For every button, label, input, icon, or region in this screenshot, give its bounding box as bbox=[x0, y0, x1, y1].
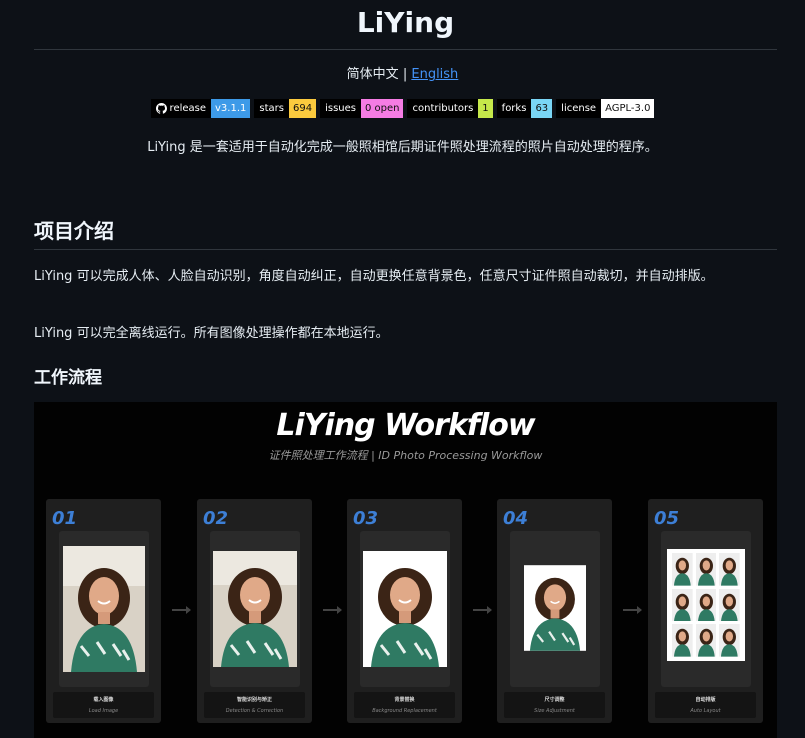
badge-forks[interactable]: forks 63 bbox=[496, 99, 553, 118]
step-label: 背景替换 Background Replacement bbox=[354, 692, 455, 718]
step-label-en: Auto Layout bbox=[690, 708, 721, 714]
badge-label: release bbox=[169, 103, 207, 114]
badge-stars[interactable]: stars 694 bbox=[254, 99, 317, 118]
badge-release[interactable]: release v3.1.1 bbox=[150, 99, 251, 118]
arrow-icon bbox=[172, 606, 191, 614]
step-label: 自动排版 Auto Layout bbox=[655, 692, 756, 718]
page-title: LiYing bbox=[34, 0, 777, 50]
step-label-cn: 尺寸调整 bbox=[544, 697, 565, 703]
readme-page: LiYing 简体中文 | English release v3.1.1 sta… bbox=[0, 0, 805, 738]
step-label-cn: 载入图像 bbox=[93, 697, 114, 703]
workflow-image: LiYing Workflow 证件照处理工作流程 | ID Photo Pro… bbox=[34, 402, 777, 738]
step-number: 04 bbox=[503, 508, 529, 529]
badge-row: release v3.1.1 stars 694 issues 0 open c… bbox=[0, 99, 805, 118]
step-label: 载入图像 Load Image bbox=[53, 692, 154, 718]
badge-license[interactable]: license AGPL-3.0 bbox=[556, 99, 655, 118]
intro-paragraph-2: LiYing 可以完全离线运行。所有图像处理操作都在本地运行。 bbox=[34, 326, 389, 341]
step-label-cn: 智能识别与矫正 bbox=[236, 697, 272, 703]
step-label-en: Load Image bbox=[88, 708, 119, 714]
step-number: 01 bbox=[52, 508, 78, 529]
step-number: 03 bbox=[353, 508, 379, 529]
lang-current: 简体中文 bbox=[346, 67, 399, 82]
intro-paragraph-1: LiYing 可以完成人体、人脸自动识别，角度自动纠正，自动更换任意背景色，任意… bbox=[34, 269, 714, 284]
lang-english-link[interactable]: English bbox=[411, 67, 458, 82]
mini-portrait bbox=[672, 553, 693, 586]
step-label-cn: 自动排版 bbox=[695, 697, 716, 703]
portrait-photo bbox=[63, 546, 145, 672]
mini-portrait bbox=[695, 588, 717, 622]
step-label-en: Detection & Correction bbox=[225, 708, 284, 714]
workflow-step-4: 04 尺寸调整 Size Adjustment bbox=[497, 499, 612, 723]
workflow-step-2: 02 智能识别与矫正 Detection & Correction bbox=[197, 499, 312, 723]
mini-portrait bbox=[672, 588, 693, 622]
intro-text: LiYing 是一套适用于自动化完成一般照相馆后期证件照处理流程的照片自动处理的… bbox=[147, 140, 658, 155]
layout-sheet bbox=[667, 549, 745, 661]
workflow-step-5: 05 自动排版 Auto Layout bbox=[648, 499, 763, 723]
language-switch: 简体中文 | English bbox=[0, 64, 805, 86]
badge-value: 0 open bbox=[360, 99, 404, 118]
step-label-cn: 背景替换 bbox=[394, 697, 415, 703]
lang-separator: | bbox=[402, 67, 408, 82]
workflow-image-subtitle: 证件照处理工作流程 | ID Photo Processing Workflow bbox=[268, 449, 543, 462]
step-label-en: Background Replacement bbox=[372, 708, 437, 714]
github-icon bbox=[155, 103, 167, 114]
mini-portrait bbox=[695, 553, 717, 586]
badge-label: contributors bbox=[407, 99, 479, 118]
mini-portrait bbox=[695, 624, 717, 657]
badge-value: AGPL-3.0 bbox=[601, 99, 655, 118]
badge-value: 63 bbox=[531, 99, 553, 118]
badge-contributors[interactable]: contributors 1 bbox=[407, 99, 493, 118]
workflow-step-1: 01 载入图像 Load Image bbox=[46, 499, 161, 723]
badge-value: v3.1.1 bbox=[211, 99, 251, 118]
badge-label: stars bbox=[254, 99, 289, 118]
badge-value: 1 bbox=[478, 99, 493, 118]
portrait-photo bbox=[213, 551, 297, 667]
workflow-image-title: LiYing Workflow bbox=[276, 408, 535, 443]
arrow-icon bbox=[323, 606, 342, 614]
section-heading-workflow: 工作流程 bbox=[34, 368, 102, 388]
badge-issues[interactable]: issues 0 open bbox=[320, 99, 404, 118]
mini-portrait bbox=[719, 588, 740, 622]
badge-label: issues bbox=[320, 99, 361, 118]
arrow-icon bbox=[473, 606, 492, 614]
portrait-photo bbox=[363, 551, 447, 667]
portrait-photo bbox=[524, 565, 586, 651]
mini-portrait bbox=[672, 624, 693, 657]
mini-portrait bbox=[719, 624, 740, 657]
step-label: 尺寸调整 Size Adjustment bbox=[504, 692, 605, 718]
step-label-en: Size Adjustment bbox=[534, 708, 575, 714]
step-number: 05 bbox=[654, 508, 680, 529]
step-label: 智能识别与矫正 Detection & Correction bbox=[204, 692, 305, 718]
mini-portrait bbox=[719, 553, 740, 586]
step-number: 02 bbox=[203, 508, 229, 529]
badge-label: forks bbox=[496, 99, 532, 118]
arrow-icon bbox=[623, 606, 642, 614]
badge-value: 694 bbox=[288, 99, 317, 118]
badge-label: license bbox=[556, 99, 602, 118]
section-heading-intro: 项目介绍 bbox=[34, 214, 777, 250]
workflow-step-3: 03 背景替换 Background Replacement bbox=[347, 499, 462, 723]
